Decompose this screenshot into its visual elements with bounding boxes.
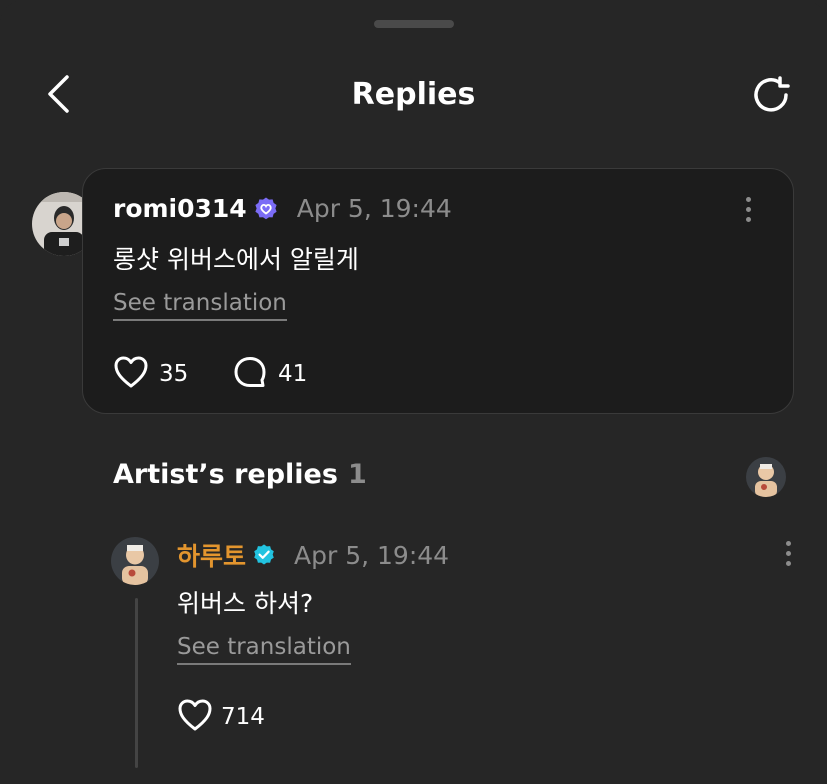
- vertical-dots-icon: [745, 196, 751, 202]
- fan-badge-icon: [253, 196, 279, 222]
- post-text: 롱샷 위버스에서 알릴게: [113, 245, 359, 274]
- vertical-dots-icon: [745, 216, 751, 222]
- vertical-dots-icon: [785, 560, 791, 566]
- artist-replies-title: Artist’s replies: [113, 459, 338, 490]
- artist-avatar-small[interactable]: [746, 457, 786, 497]
- post-like-count: 35: [159, 361, 189, 387]
- post-timestamp: Apr 5, 19:44: [296, 194, 452, 223]
- reply-username[interactable]: 하루토: [177, 537, 246, 573]
- refresh-icon: [750, 74, 794, 122]
- reply-text: 위버스 하셔?: [177, 589, 314, 618]
- vertical-dots-icon: [745, 206, 751, 212]
- replies-sheet: Replies romi0314 Apr 5, 19:44 롱샷 위버스에서 알…: [0, 0, 827, 784]
- post-username[interactable]: romi0314: [113, 194, 247, 223]
- heart-icon: [113, 355, 149, 393]
- page-title: Replies: [351, 77, 476, 112]
- artist-replies-count: 1: [347, 459, 367, 490]
- vertical-dots-icon: [785, 550, 791, 556]
- reply-see-translation-link[interactable]: See translation: [177, 634, 351, 665]
- heart-icon: [177, 698, 213, 736]
- post-comment-count: 41: [278, 361, 308, 387]
- post-more-button[interactable]: [738, 191, 758, 227]
- reply-like-button[interactable]: 714: [177, 698, 265, 736]
- reply-timestamp: Apr 5, 19:44: [294, 540, 450, 570]
- post-like-button[interactable]: 35: [113, 355, 188, 393]
- reply-like-count: 714: [221, 704, 265, 730]
- post-comment-button[interactable]: 41: [232, 355, 307, 393]
- post-author-row: romi0314 Apr 5, 19:44: [113, 194, 452, 223]
- refresh-button[interactable]: [748, 74, 796, 122]
- reply-author-row: 하루토 Apr 5, 19:44: [177, 537, 449, 573]
- post-see-translation-link[interactable]: See translation: [113, 290, 287, 321]
- sheet-grabber[interactable]: [374, 20, 454, 28]
- artist-verified-badge-icon: [252, 543, 276, 567]
- speech-bubble-icon: [232, 355, 268, 393]
- thread-line: [135, 598, 138, 768]
- artist-replies-heading: Artist’s replies 1: [113, 459, 367, 490]
- reply-author-avatar[interactable]: [111, 537, 159, 585]
- vertical-dots-icon: [785, 540, 791, 546]
- reply-more-button[interactable]: [778, 535, 798, 571]
